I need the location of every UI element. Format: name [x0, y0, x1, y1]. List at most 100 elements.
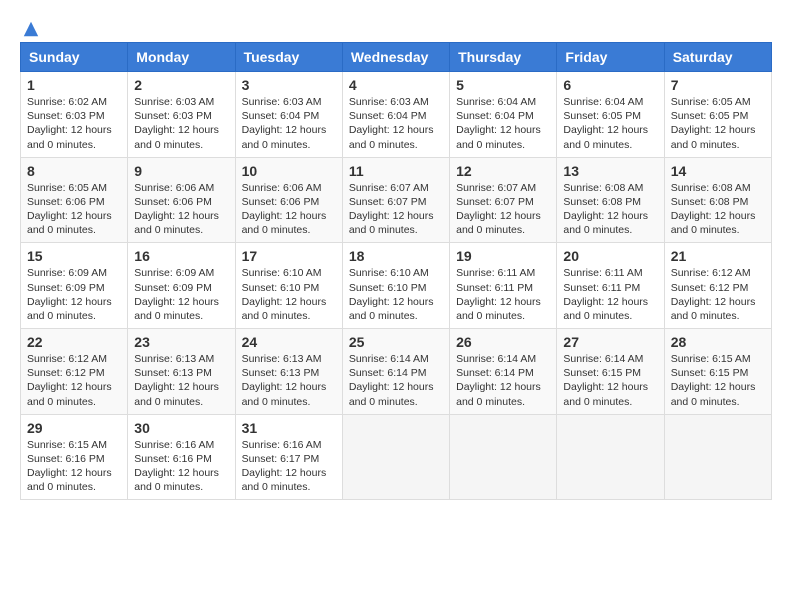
calendar-cell: 4 Sunrise: 6:03 AM Sunset: 6:04 PM Dayli…: [342, 72, 449, 158]
calendar-cell: 23 Sunrise: 6:13 AM Sunset: 6:13 PM Dayl…: [128, 329, 235, 415]
calendar-cell: 30 Sunrise: 6:16 AM Sunset: 6:16 PM Dayl…: [128, 414, 235, 500]
header-wednesday: Wednesday: [342, 43, 449, 72]
week-row-5: 29 Sunrise: 6:15 AM Sunset: 6:16 PM Dayl…: [21, 414, 772, 500]
day-number: 12: [456, 163, 550, 179]
day-number: 8: [27, 163, 121, 179]
day-info: Sunrise: 6:15 AM Sunset: 6:15 PM Dayligh…: [671, 352, 765, 409]
day-info: Sunrise: 6:12 AM Sunset: 6:12 PM Dayligh…: [671, 266, 765, 323]
day-info: Sunrise: 6:05 AM Sunset: 6:05 PM Dayligh…: [671, 95, 765, 152]
day-number: 5: [456, 77, 550, 93]
header-thursday: Thursday: [450, 43, 557, 72]
day-number: 20: [563, 248, 657, 264]
calendar-cell: [342, 414, 449, 500]
calendar-cell: 26 Sunrise: 6:14 AM Sunset: 6:14 PM Dayl…: [450, 329, 557, 415]
logo: [20, 20, 40, 32]
day-info: Sunrise: 6:04 AM Sunset: 6:05 PM Dayligh…: [563, 95, 657, 152]
day-number: 22: [27, 334, 121, 350]
week-row-2: 8 Sunrise: 6:05 AM Sunset: 6:06 PM Dayli…: [21, 157, 772, 243]
calendar-cell: 22 Sunrise: 6:12 AM Sunset: 6:12 PM Dayl…: [21, 329, 128, 415]
logo-icon: [22, 20, 40, 38]
header-monday: Monday: [128, 43, 235, 72]
day-number: 24: [242, 334, 336, 350]
day-info: Sunrise: 6:03 AM Sunset: 6:04 PM Dayligh…: [242, 95, 336, 152]
calendar-table: SundayMondayTuesdayWednesdayThursdayFrid…: [20, 42, 772, 500]
calendar-cell: 14 Sunrise: 6:08 AM Sunset: 6:08 PM Dayl…: [664, 157, 771, 243]
day-number: 17: [242, 248, 336, 264]
calendar-cell: 1 Sunrise: 6:02 AM Sunset: 6:03 PM Dayli…: [21, 72, 128, 158]
day-info: Sunrise: 6:06 AM Sunset: 6:06 PM Dayligh…: [242, 181, 336, 238]
calendar-cell: 11 Sunrise: 6:07 AM Sunset: 6:07 PM Dayl…: [342, 157, 449, 243]
header-friday: Friday: [557, 43, 664, 72]
day-number: 1: [27, 77, 121, 93]
day-info: Sunrise: 6:10 AM Sunset: 6:10 PM Dayligh…: [242, 266, 336, 323]
week-row-3: 15 Sunrise: 6:09 AM Sunset: 6:09 PM Dayl…: [21, 243, 772, 329]
calendar-cell: [664, 414, 771, 500]
day-number: 21: [671, 248, 765, 264]
calendar-cell: [557, 414, 664, 500]
day-number: 16: [134, 248, 228, 264]
calendar-cell: 18 Sunrise: 6:10 AM Sunset: 6:10 PM Dayl…: [342, 243, 449, 329]
calendar-header-row: SundayMondayTuesdayWednesdayThursdayFrid…: [21, 43, 772, 72]
calendar-cell: 16 Sunrise: 6:09 AM Sunset: 6:09 PM Dayl…: [128, 243, 235, 329]
day-info: Sunrise: 6:08 AM Sunset: 6:08 PM Dayligh…: [671, 181, 765, 238]
day-number: 31: [242, 420, 336, 436]
calendar-cell: 29 Sunrise: 6:15 AM Sunset: 6:16 PM Dayl…: [21, 414, 128, 500]
day-number: 9: [134, 163, 228, 179]
calendar-cell: [450, 414, 557, 500]
day-info: Sunrise: 6:11 AM Sunset: 6:11 PM Dayligh…: [563, 266, 657, 323]
calendar-cell: 17 Sunrise: 6:10 AM Sunset: 6:10 PM Dayl…: [235, 243, 342, 329]
calendar-cell: 24 Sunrise: 6:13 AM Sunset: 6:13 PM Dayl…: [235, 329, 342, 415]
calendar-cell: 15 Sunrise: 6:09 AM Sunset: 6:09 PM Dayl…: [21, 243, 128, 329]
calendar-cell: 2 Sunrise: 6:03 AM Sunset: 6:03 PM Dayli…: [128, 72, 235, 158]
calendar-cell: 21 Sunrise: 6:12 AM Sunset: 6:12 PM Dayl…: [664, 243, 771, 329]
day-info: Sunrise: 6:14 AM Sunset: 6:15 PM Dayligh…: [563, 352, 657, 409]
day-number: 28: [671, 334, 765, 350]
day-info: Sunrise: 6:03 AM Sunset: 6:03 PM Dayligh…: [134, 95, 228, 152]
header-sunday: Sunday: [21, 43, 128, 72]
calendar-body: 1 Sunrise: 6:02 AM Sunset: 6:03 PM Dayli…: [21, 72, 772, 500]
day-number: 2: [134, 77, 228, 93]
calendar-cell: 9 Sunrise: 6:06 AM Sunset: 6:06 PM Dayli…: [128, 157, 235, 243]
calendar-cell: 8 Sunrise: 6:05 AM Sunset: 6:06 PM Dayli…: [21, 157, 128, 243]
day-number: 18: [349, 248, 443, 264]
day-number: 3: [242, 77, 336, 93]
day-info: Sunrise: 6:16 AM Sunset: 6:17 PM Dayligh…: [242, 438, 336, 495]
day-number: 6: [563, 77, 657, 93]
header-tuesday: Tuesday: [235, 43, 342, 72]
day-info: Sunrise: 6:13 AM Sunset: 6:13 PM Dayligh…: [242, 352, 336, 409]
calendar-cell: 7 Sunrise: 6:05 AM Sunset: 6:05 PM Dayli…: [664, 72, 771, 158]
day-number: 19: [456, 248, 550, 264]
day-number: 13: [563, 163, 657, 179]
calendar-cell: 6 Sunrise: 6:04 AM Sunset: 6:05 PM Dayli…: [557, 72, 664, 158]
calendar-cell: 31 Sunrise: 6:16 AM Sunset: 6:17 PM Dayl…: [235, 414, 342, 500]
calendar-cell: 13 Sunrise: 6:08 AM Sunset: 6:08 PM Dayl…: [557, 157, 664, 243]
day-number: 11: [349, 163, 443, 179]
day-info: Sunrise: 6:02 AM Sunset: 6:03 PM Dayligh…: [27, 95, 121, 152]
day-info: Sunrise: 6:13 AM Sunset: 6:13 PM Dayligh…: [134, 352, 228, 409]
calendar-cell: 10 Sunrise: 6:06 AM Sunset: 6:06 PM Dayl…: [235, 157, 342, 243]
day-number: 10: [242, 163, 336, 179]
calendar-cell: 3 Sunrise: 6:03 AM Sunset: 6:04 PM Dayli…: [235, 72, 342, 158]
day-number: 4: [349, 77, 443, 93]
day-info: Sunrise: 6:10 AM Sunset: 6:10 PM Dayligh…: [349, 266, 443, 323]
calendar-cell: 19 Sunrise: 6:11 AM Sunset: 6:11 PM Dayl…: [450, 243, 557, 329]
day-info: Sunrise: 6:11 AM Sunset: 6:11 PM Dayligh…: [456, 266, 550, 323]
header-saturday: Saturday: [664, 43, 771, 72]
calendar-cell: 28 Sunrise: 6:15 AM Sunset: 6:15 PM Dayl…: [664, 329, 771, 415]
day-info: Sunrise: 6:14 AM Sunset: 6:14 PM Dayligh…: [349, 352, 443, 409]
day-number: 27: [563, 334, 657, 350]
day-number: 23: [134, 334, 228, 350]
day-number: 15: [27, 248, 121, 264]
day-info: Sunrise: 6:09 AM Sunset: 6:09 PM Dayligh…: [134, 266, 228, 323]
calendar-cell: 20 Sunrise: 6:11 AM Sunset: 6:11 PM Dayl…: [557, 243, 664, 329]
day-info: Sunrise: 6:07 AM Sunset: 6:07 PM Dayligh…: [456, 181, 550, 238]
day-info: Sunrise: 6:05 AM Sunset: 6:06 PM Dayligh…: [27, 181, 121, 238]
calendar-cell: 12 Sunrise: 6:07 AM Sunset: 6:07 PM Dayl…: [450, 157, 557, 243]
day-number: 30: [134, 420, 228, 436]
day-info: Sunrise: 6:09 AM Sunset: 6:09 PM Dayligh…: [27, 266, 121, 323]
day-number: 25: [349, 334, 443, 350]
day-number: 14: [671, 163, 765, 179]
day-info: Sunrise: 6:03 AM Sunset: 6:04 PM Dayligh…: [349, 95, 443, 152]
day-info: Sunrise: 6:15 AM Sunset: 6:16 PM Dayligh…: [27, 438, 121, 495]
day-info: Sunrise: 6:04 AM Sunset: 6:04 PM Dayligh…: [456, 95, 550, 152]
